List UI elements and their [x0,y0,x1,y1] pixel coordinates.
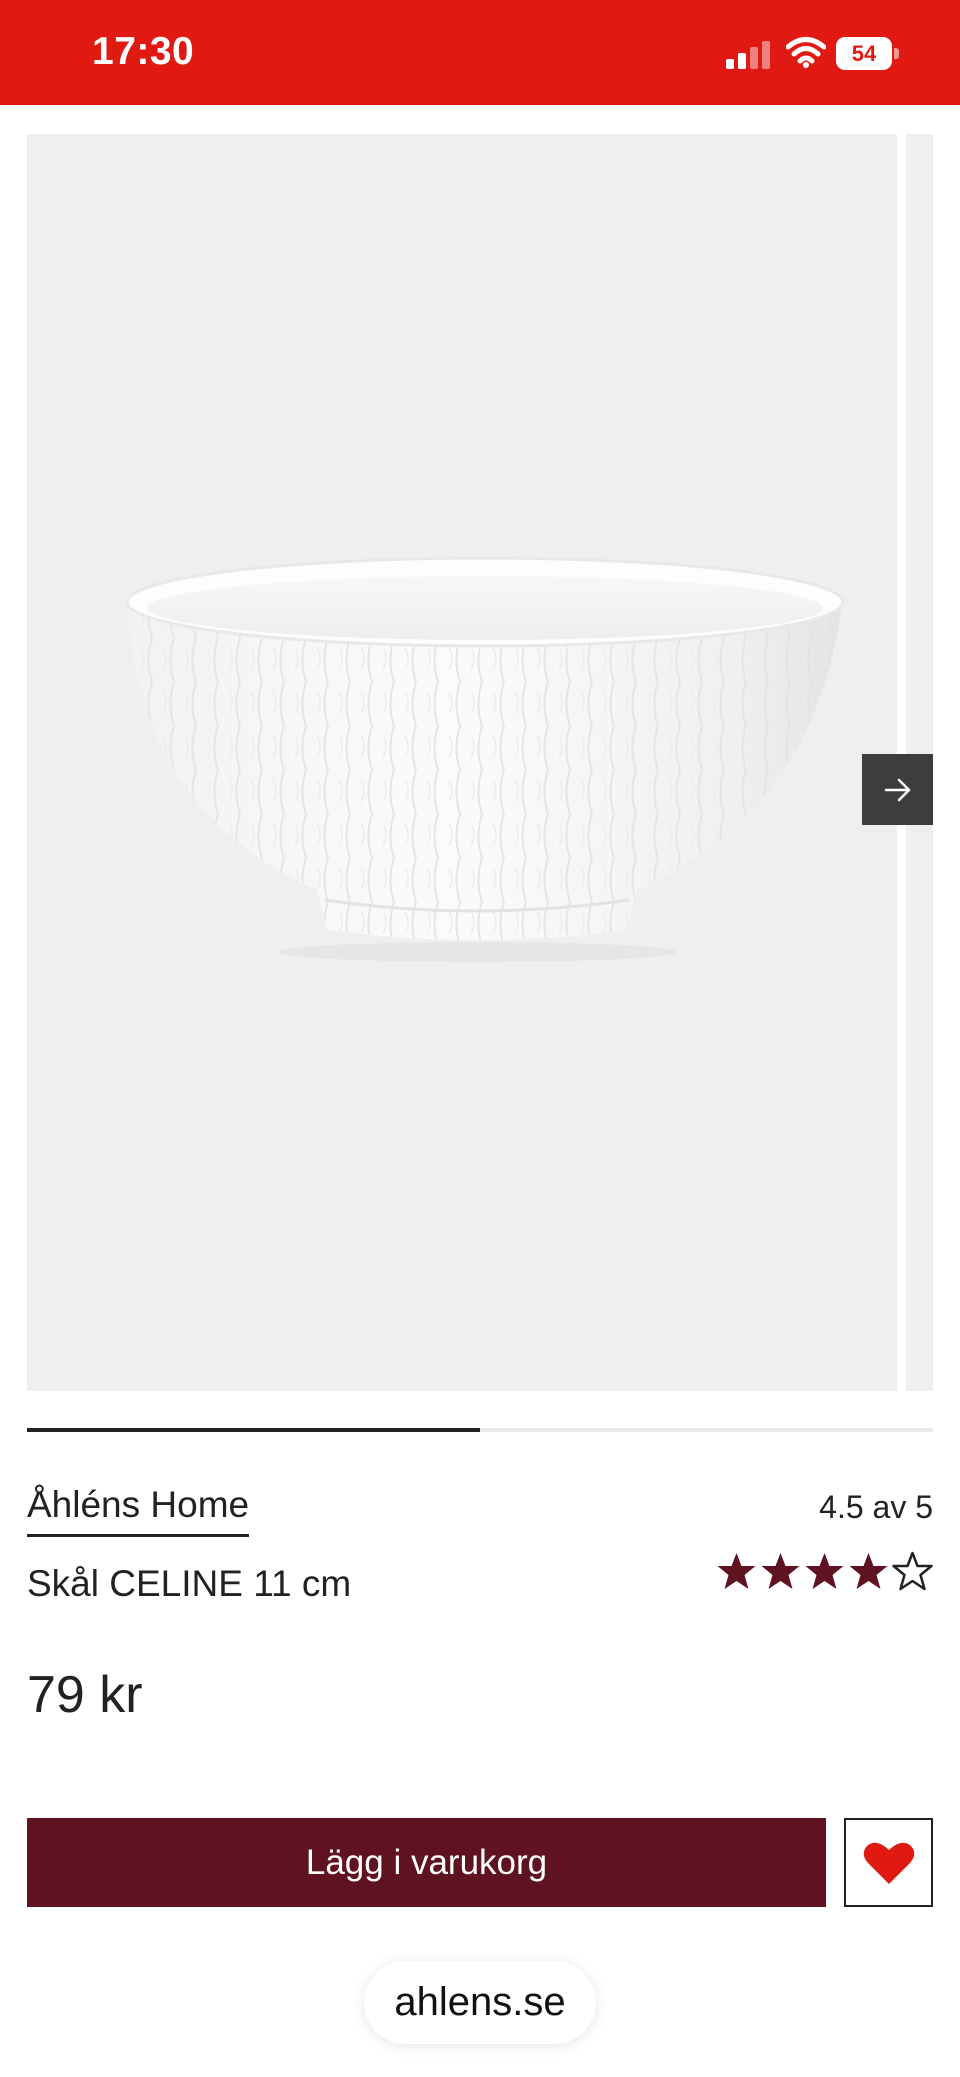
gallery-progress-track [27,1428,933,1432]
next-image-button[interactable] [862,754,933,825]
status-time: 17:30 [92,30,195,73]
battery-icon: 54 [836,37,900,70]
heart-icon [863,1842,914,1884]
browser-url-bar[interactable]: ahlens.se [364,1961,596,2044]
star-empty-icon [892,1551,933,1591]
star-filled-icon [805,1553,844,1589]
product-price: 79 kr [27,1666,143,1724]
rating-stars[interactable] [716,1551,934,1591]
status-bar: 17:30 54 [0,0,960,105]
add-to-cart-button[interactable]: Lägg i varukorg [27,1818,826,1907]
star-filled-icon [717,1553,756,1589]
product-image[interactable] [27,134,897,1391]
cellular-signal-icon [726,41,772,69]
brand-link[interactable]: Åhléns Home [27,1484,250,1537]
bowl-image [125,556,845,962]
product-name: Skål CELINE 11 cm [27,1563,352,1604]
wifi-icon [785,36,827,68]
gallery-progress-fill [27,1428,480,1432]
star-filled-icon [761,1553,800,1589]
arrow-right-icon [884,778,910,801]
rating-text: 4.5 av 5 [819,1489,933,1525]
product-image-gallery[interactable] [27,134,933,1391]
star-filled-icon [849,1553,888,1589]
wishlist-button[interactable] [844,1818,933,1907]
battery-cap [894,48,899,59]
battery-level: 54 [851,41,877,66]
